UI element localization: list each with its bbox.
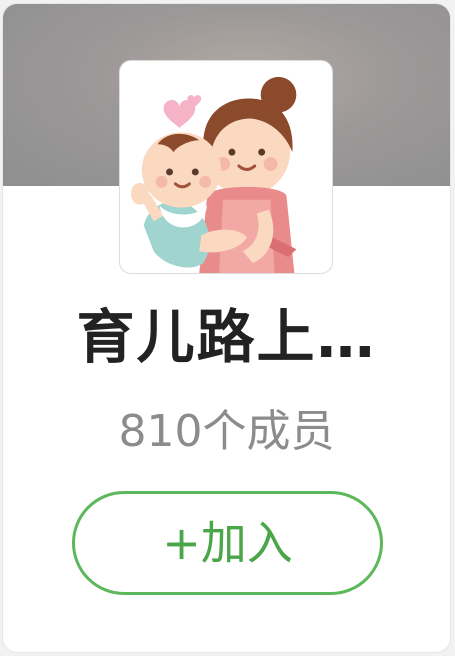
group-avatar[interactable] [119, 60, 333, 274]
group-card[interactable]: 育儿路上… 810个成员 +加入 [3, 4, 450, 652]
mother-baby-icon [130, 76, 297, 273]
group-name: 育儿路上… [76, 303, 377, 371]
member-count: 810个成员 [118, 406, 335, 457]
join-button[interactable]: +加入 [72, 491, 383, 595]
heart-icon [163, 100, 196, 129]
